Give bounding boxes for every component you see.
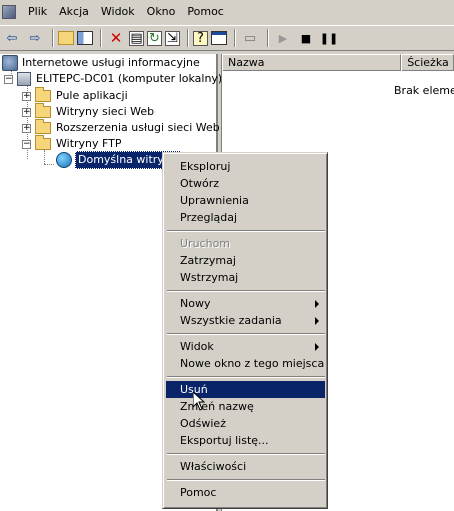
tree-line <box>44 164 54 165</box>
ctx-eksportuj-liste[interactable]: Eksportuj listę... <box>166 432 325 449</box>
help-icon[interactable]: ? <box>193 30 208 46</box>
play-icon[interactable]: ▶ <box>273 28 293 48</box>
up-folder-icon[interactable] <box>58 31 74 45</box>
ctx-separator <box>167 333 325 335</box>
stop-icon[interactable]: ■ <box>296 28 316 48</box>
ctx-nowy[interactable]: Nowy <box>166 295 325 312</box>
expand-icon[interactable]: + <box>22 123 31 133</box>
submenu-arrow-icon <box>315 317 319 325</box>
menu-plik[interactable]: Plik <box>22 2 53 22</box>
tree-item-label: Witryny FTP <box>56 137 122 150</box>
ctx-uprawnienia[interactable]: Uprawnienia <box>166 192 325 209</box>
ctx-separator <box>167 230 325 232</box>
toolbar-separator <box>187 29 189 47</box>
delete-icon[interactable]: ✕ <box>106 28 126 48</box>
submenu-arrow-icon <box>315 343 319 351</box>
collapse-icon[interactable]: − <box>22 139 31 149</box>
toolbar-separator <box>267 29 269 47</box>
expand-icon[interactable]: + <box>22 107 31 117</box>
ctx-wstrzymaj[interactable]: Wstrzymaj <box>166 269 325 286</box>
tree-server[interactable]: − ELITEPC-DC01 (komputer lokalny) <box>4 71 222 87</box>
ctx-separator <box>167 376 325 378</box>
pause-icon[interactable]: ❚❚ <box>319 28 339 48</box>
menu-okno[interactable]: Okno <box>141 2 182 22</box>
ctx-usun[interactable]: Usuń <box>166 381 325 398</box>
ctx-separator <box>167 479 325 481</box>
ctx-przegladaj[interactable]: Przeglądaj <box>166 209 325 226</box>
submenu-arrow-icon <box>315 300 319 308</box>
ctx-separator <box>167 453 325 455</box>
collapse-icon[interactable]: − <box>4 74 13 84</box>
properties-icon[interactable]: ▤ <box>129 30 144 46</box>
tree-root-label: Internetowe usługi informacyjne <box>22 56 200 69</box>
toolbar-separator <box>234 29 236 47</box>
export-icon[interactable]: ⇲ <box>165 30 180 46</box>
refresh-icon[interactable]: ↻ <box>147 30 162 46</box>
list-header: Nazwa Ścieżka <box>222 54 454 71</box>
ctx-wszystkie-zadania[interactable]: Wszystkie zadania <box>166 312 325 329</box>
menu-akcja[interactable]: Akcja <box>53 2 95 22</box>
folder-icon <box>35 87 51 102</box>
back-icon[interactable]: ⇦ <box>2 28 22 48</box>
iis-icon <box>2 55 18 71</box>
tree-item-rozszerzenia[interactable]: + Rozszerzenia usługi sieci Web <box>22 119 220 136</box>
tree-item-pule-aplikacji[interactable]: + Pule aplikacji <box>22 87 128 104</box>
ctx-wszystkie-zadania-label: Wszystkie zadania <box>180 314 282 327</box>
ctx-nowy-label: Nowy <box>180 297 211 310</box>
column-sciezka[interactable]: Ścieżka <box>401 54 454 71</box>
new-window-icon[interactable] <box>211 31 227 45</box>
menu-pomoc[interactable]: Pomoc <box>181 2 229 22</box>
mouse-cursor-icon <box>193 392 205 411</box>
tree-item-label: Pule aplikacji <box>56 89 128 102</box>
tree-item-witryny-sieci-web[interactable]: + Witryny sieci Web <box>22 103 155 120</box>
ctx-odswiez[interactable]: Odśwież <box>166 415 325 432</box>
ctx-otworz[interactable]: Otwórz <box>166 175 325 192</box>
ctx-widok[interactable]: Widok <box>166 338 325 355</box>
tree-line <box>44 150 45 164</box>
expand-icon[interactable]: + <box>22 91 31 101</box>
server-icon <box>17 72 31 86</box>
tree-root[interactable]: Internetowe usługi informacyjne <box>2 55 200 71</box>
ctx-widok-label: Widok <box>180 340 214 353</box>
toolbar-separator <box>52 29 54 47</box>
tree-item-label: Witryny sieci Web <box>56 105 155 118</box>
column-nazwa[interactable]: Nazwa <box>222 54 402 71</box>
menu-bar: Plik Akcja Widok Okno Pomoc <box>0 0 454 24</box>
empty-list-message: Brak element <box>394 84 454 97</box>
computer-icon[interactable]: ▭ <box>240 28 260 48</box>
toolbar: ⇦ ⇨ ✕ ▤ ↻ ⇲ ? ▭ ▶ ■ ❚❚ <box>0 25 454 51</box>
tree-item-label: Rozszerzenia usługi sieci Web <box>56 121 220 134</box>
folder-icon <box>35 119 51 134</box>
ctx-eksploruj[interactable]: Eksploruj <box>166 158 325 175</box>
mmc-app-icon[interactable] <box>2 5 16 19</box>
tree-item-witryny-ftp[interactable]: − Witryny FTP <box>22 135 122 152</box>
ctx-separator <box>167 290 325 292</box>
ctx-pomoc[interactable]: Pomoc <box>166 484 325 501</box>
ctx-zmien-nazwe[interactable]: Zmień nazwę <box>166 398 325 415</box>
folder-icon <box>35 103 51 118</box>
ctx-zatrzymaj[interactable]: Zatrzymaj <box>166 252 325 269</box>
show-tree-icon[interactable] <box>77 31 93 45</box>
forward-icon[interactable]: ⇨ <box>25 28 45 48</box>
ftp-site-icon <box>56 152 72 168</box>
menu-widok[interactable]: Widok <box>95 2 141 22</box>
ctx-wlasciwosci[interactable]: Właściwości <box>166 458 325 475</box>
folder-icon <box>35 135 51 150</box>
tree-server-label: ELITEPC-DC01 (komputer lokalny) <box>36 72 223 85</box>
context-menu: Eksploruj Otwórz Uprawnienia Przeglądaj … <box>162 152 328 509</box>
toolbar-separator <box>100 29 102 47</box>
ctx-nowe-okno[interactable]: Nowe okno z tego miejsca <box>166 355 325 372</box>
ctx-uruchom: Uruchom <box>180 237 231 250</box>
